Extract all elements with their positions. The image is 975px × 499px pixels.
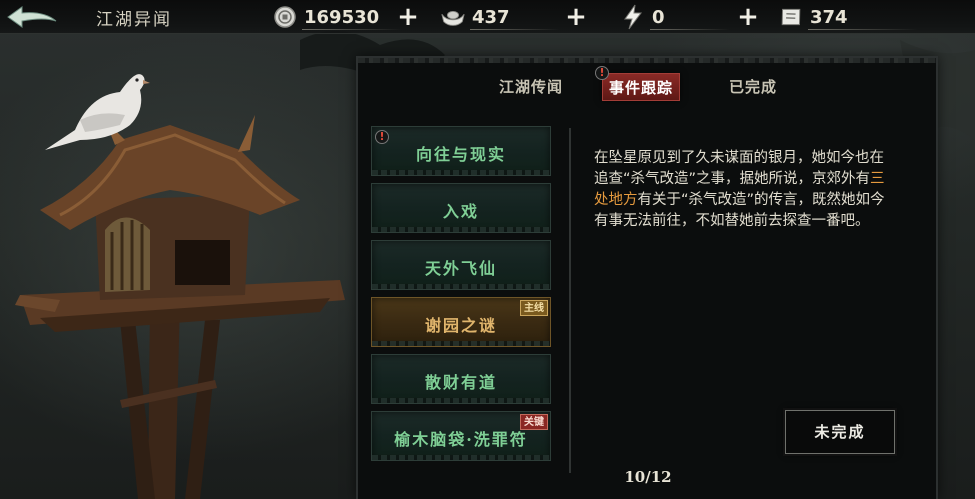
back-button[interactable] [4,3,60,31]
quest-item[interactable]: 入戏 [371,183,551,233]
quest-item-selected[interactable]: 谢园之谜 主线 [371,297,551,347]
tab-completed[interactable]: 已完成 [723,73,783,101]
energy-value: 0 [652,6,665,28]
tab-rumors[interactable]: 江湖传闻 [493,73,569,101]
incomplete-status-button[interactable]: 未完成 [785,410,895,454]
silver-ingot-icon [440,4,466,30]
resource-silver: 437 [440,3,560,31]
coin-value: 169530 [304,6,380,28]
quest-description: 在坠星原见到了久未谋面的银月，她如今也在追查“杀气改造”之事，据她所说，京郊外有… [594,148,894,232]
ticket-icon [778,4,804,30]
quest-label: 入戏 [442,202,479,221]
main-quest-badge: 主线 [520,300,548,316]
quest-label: 天外飞仙 [424,259,497,278]
description-text: 有关于“杀气改造”的传言，既然她如今有事无法前往，不如替她前去探查一番吧。 [594,192,885,229]
tab-event-tracking[interactable]: 事件跟踪 [602,73,681,101]
quest-list: 向往与现实 ! 入戏 天外飞仙 谢园之谜 主线 散财有道 榆木脑袋·洗罪符 关键 [371,126,555,466]
back-arrow-icon [7,6,57,28]
quest-label: 散财有道 [424,373,497,392]
add-silver-button[interactable]: + [563,4,589,30]
lightning-icon [620,4,646,30]
quest-item[interactable]: 向往与现实 [371,126,551,176]
description-text: 在坠星原见到了久未谋面的银月，她如今也在追查“杀气改造”之事，据她所说，京郊外有 [594,150,884,187]
quest-alert-icon: ! [375,130,389,144]
resource-energy: 0 [620,3,730,31]
silver-value: 437 [472,6,510,28]
quest-item[interactable]: 散财有道 [371,354,551,404]
divider [569,128,571,473]
ticket-value: 374 [810,6,848,28]
add-energy-button[interactable]: + [735,4,761,30]
quest-item[interactable]: 榆木脑袋·洗罪符 关键 [371,411,551,461]
tab-bar: 江湖传闻 事件跟踪 ! 已完成 [478,66,818,104]
coin-icon [272,4,298,30]
resource-ticket: 374 [778,3,928,31]
event-panel: 江湖传闻 事件跟踪 ! 已完成 向往与现实 ! 入戏 天外飞仙 谢园之谜 主线 … [356,56,938,499]
tab-alert-icon: ! [595,66,609,80]
resource-coin: 169530 [272,3,402,31]
add-coin-button[interactable]: + [395,4,421,30]
quest-item[interactable]: 天外飞仙 [371,240,551,290]
page-indicator: 10/12 [624,468,672,486]
screen-title: 江湖异闻 [96,10,172,30]
top-bar: 江湖异闻 169530 + 437 + 0 + 374 [0,0,975,34]
key-quest-badge: 关键 [520,414,548,430]
quest-label: 向往与现实 [415,145,506,164]
